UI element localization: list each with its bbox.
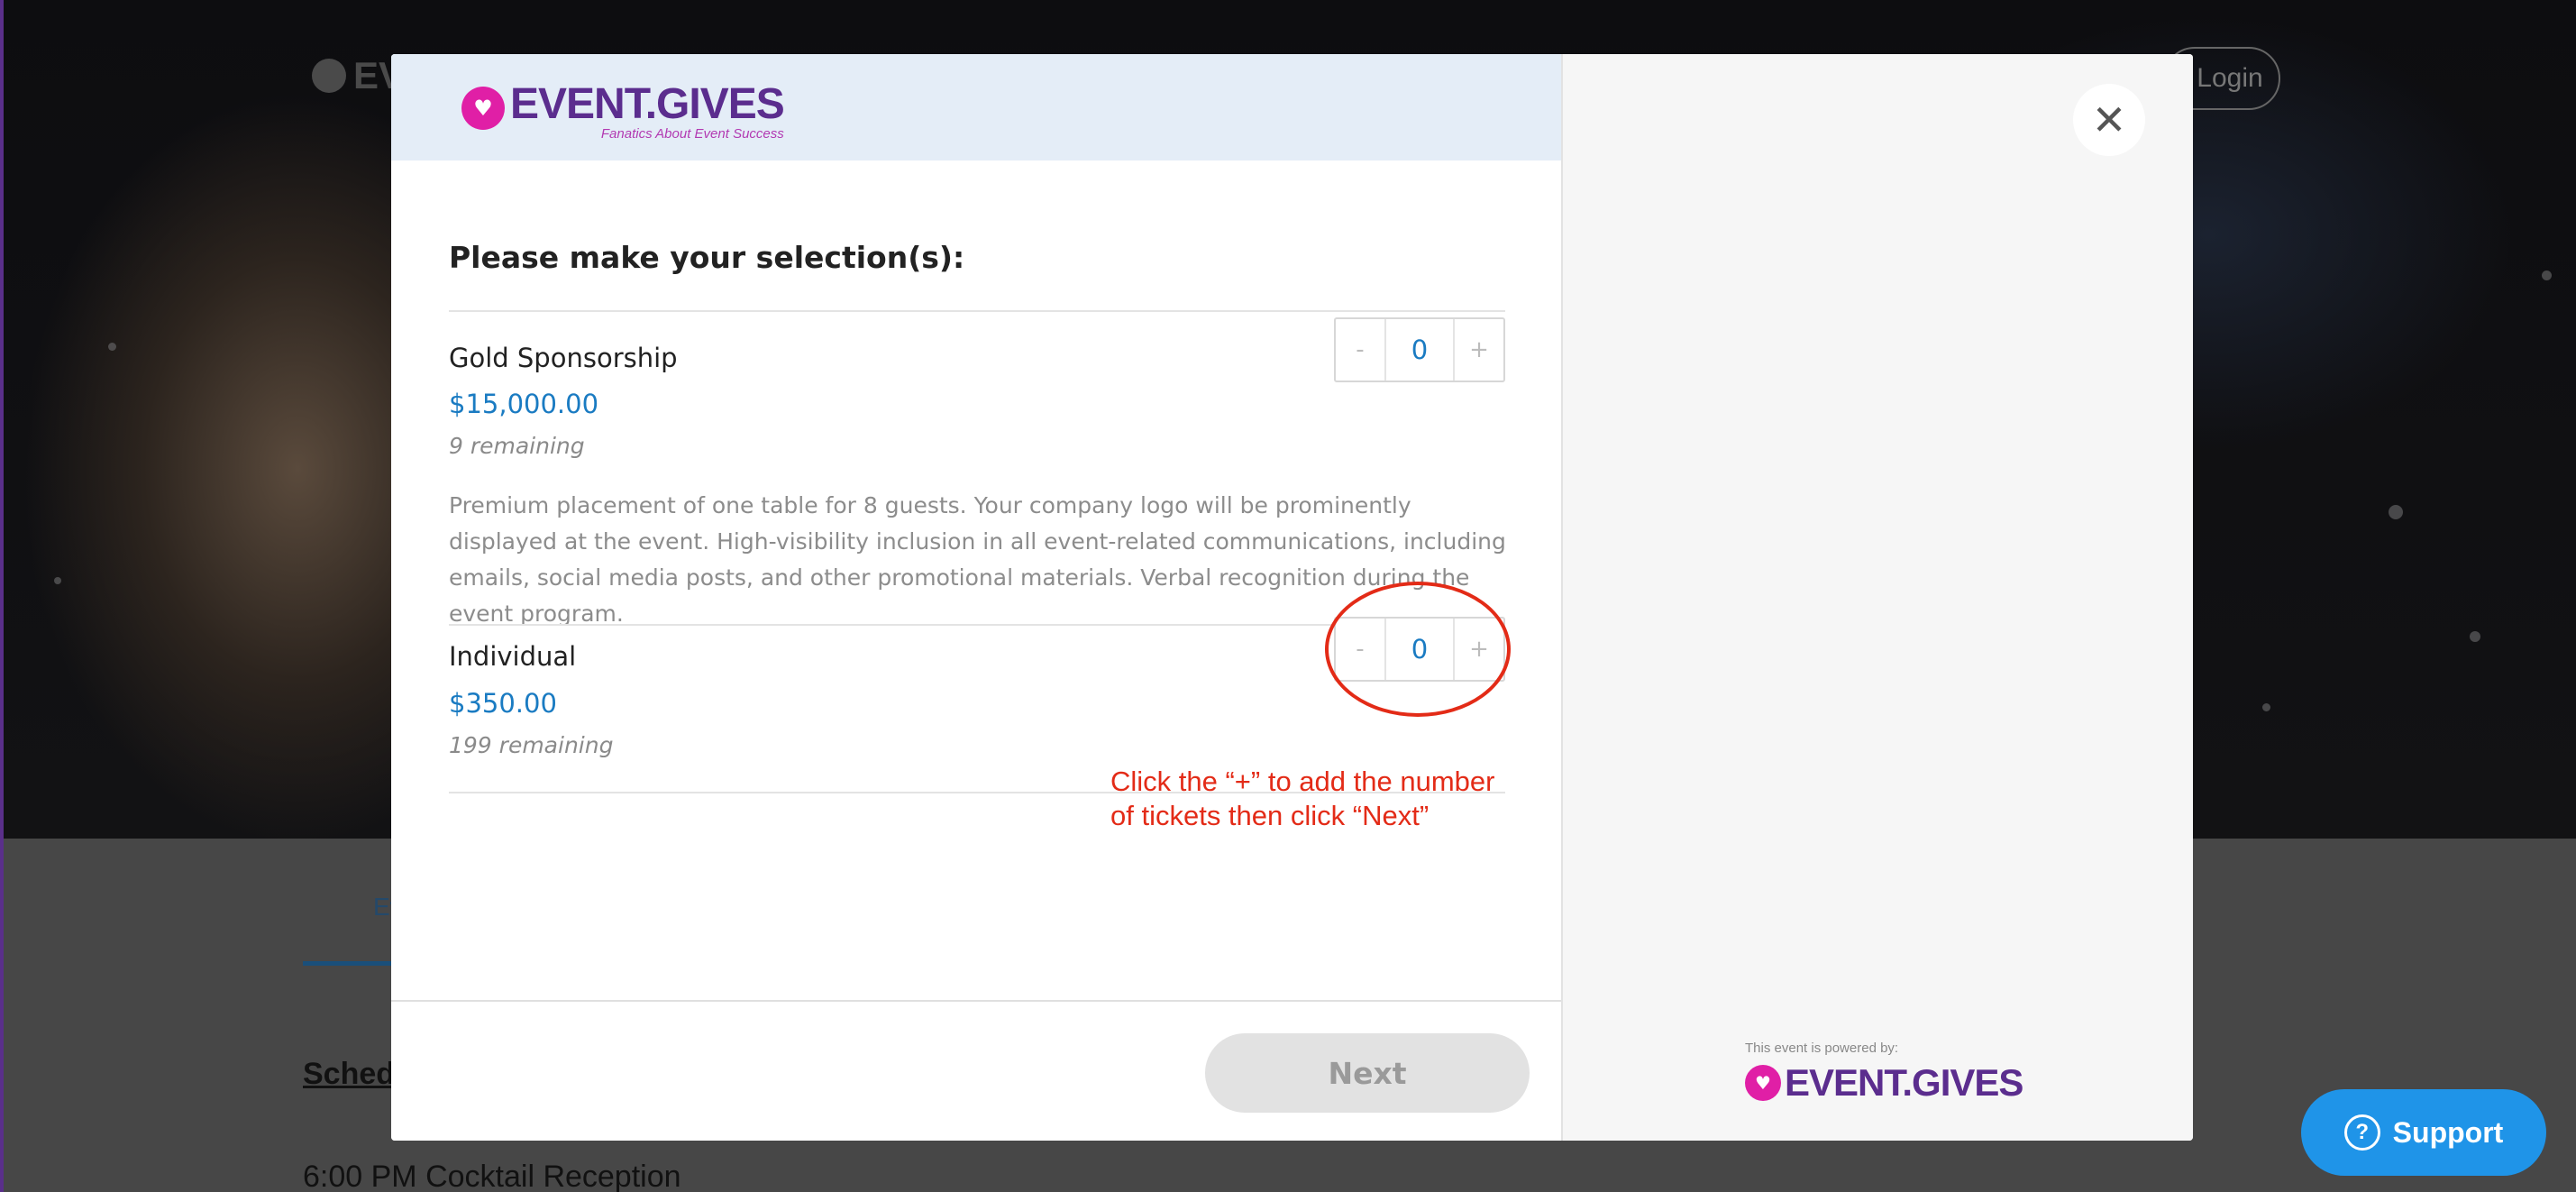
item-name-individual: Individual <box>449 641 577 672</box>
brand-name: EVENT.GIVES <box>510 80 785 128</box>
schedule-heading: Schedule <box>303 1057 393 1091</box>
item-price-individual: $350.00 <box>449 688 557 719</box>
item-price-gold-sponsorship: $15,000.00 <box>449 389 599 419</box>
brand-tagline: Fanatics About Event Success <box>600 126 784 142</box>
side-panel: ✕ This event is powered by: ♥ EVENT.GIVE… <box>1563 54 2193 1141</box>
site-logo[interactable]: EV <box>312 54 404 97</box>
next-button[interactable]: Next <box>1205 1033 1530 1113</box>
close-button[interactable]: ✕ <box>2073 84 2145 156</box>
left-accent-stripe <box>0 0 4 1192</box>
decrement-button[interactable]: - <box>1336 319 1386 381</box>
help-icon: ? <box>2343 1114 2380 1151</box>
selection-panel: ♥ EVENT.GIVES Fanatics About Event Succe… <box>391 54 1563 1141</box>
item-remaining-gold-sponsorship: 9 remaining <box>449 433 585 459</box>
item-name-gold-sponsorship: Gold Sponsorship <box>449 343 678 373</box>
ticket-selection-modal: ♥ EVENT.GIVES Fanatics About Event Succe… <box>391 54 2193 1141</box>
quantity-value[interactable]: 0 <box>1386 319 1453 381</box>
quantity-value[interactable]: 0 <box>1386 619 1453 680</box>
logo-heart-icon <box>312 59 346 93</box>
powered-brand-name: EVENT.GIVES <box>1785 1061 2023 1104</box>
powered-by: This event is powered by: ♥ EVENT.GIVES <box>1745 1041 2023 1105</box>
powered-by-label: This event is powered by: <box>1745 1041 1899 1056</box>
powered-by-logo[interactable]: ♥ EVENT.GIVES <box>1745 1061 2023 1105</box>
heart-chat-icon: ♥ <box>461 87 505 130</box>
footer-divider <box>391 1000 1561 1002</box>
schedule-item: 6:00 PM Cocktail Reception <box>303 1160 681 1192</box>
selection-heading: Please make your selection(s): <box>449 240 965 275</box>
heart-chat-icon: ♥ <box>1745 1065 1781 1101</box>
annotation-text: Click the “+” to add the number of ticke… <box>1110 766 1495 831</box>
support-button[interactable]: ? Support <box>2301 1089 2546 1176</box>
item-description-gold-sponsorship: Premium placement of one table for 8 gue… <box>449 492 1506 627</box>
divider <box>449 310 1505 312</box>
quantity-stepper-gold-sponsorship: - 0 + <box>1334 317 1505 382</box>
item-remaining-individual: 199 remaining <box>449 732 614 758</box>
decrement-button[interactable]: - <box>1336 619 1386 680</box>
increment-button[interactable]: + <box>1453 619 1503 680</box>
quantity-stepper-individual: - 0 + <box>1334 617 1505 682</box>
event-gives-logo: ♥ EVENT.GIVES Fanatics About Event Succe… <box>461 79 785 142</box>
support-label: Support <box>2392 1115 2504 1149</box>
close-icon: ✕ <box>2091 96 2127 144</box>
increment-button[interactable]: + <box>1453 319 1503 381</box>
modal-header: ♥ EVENT.GIVES Fanatics About Event Succe… <box>391 54 1561 160</box>
